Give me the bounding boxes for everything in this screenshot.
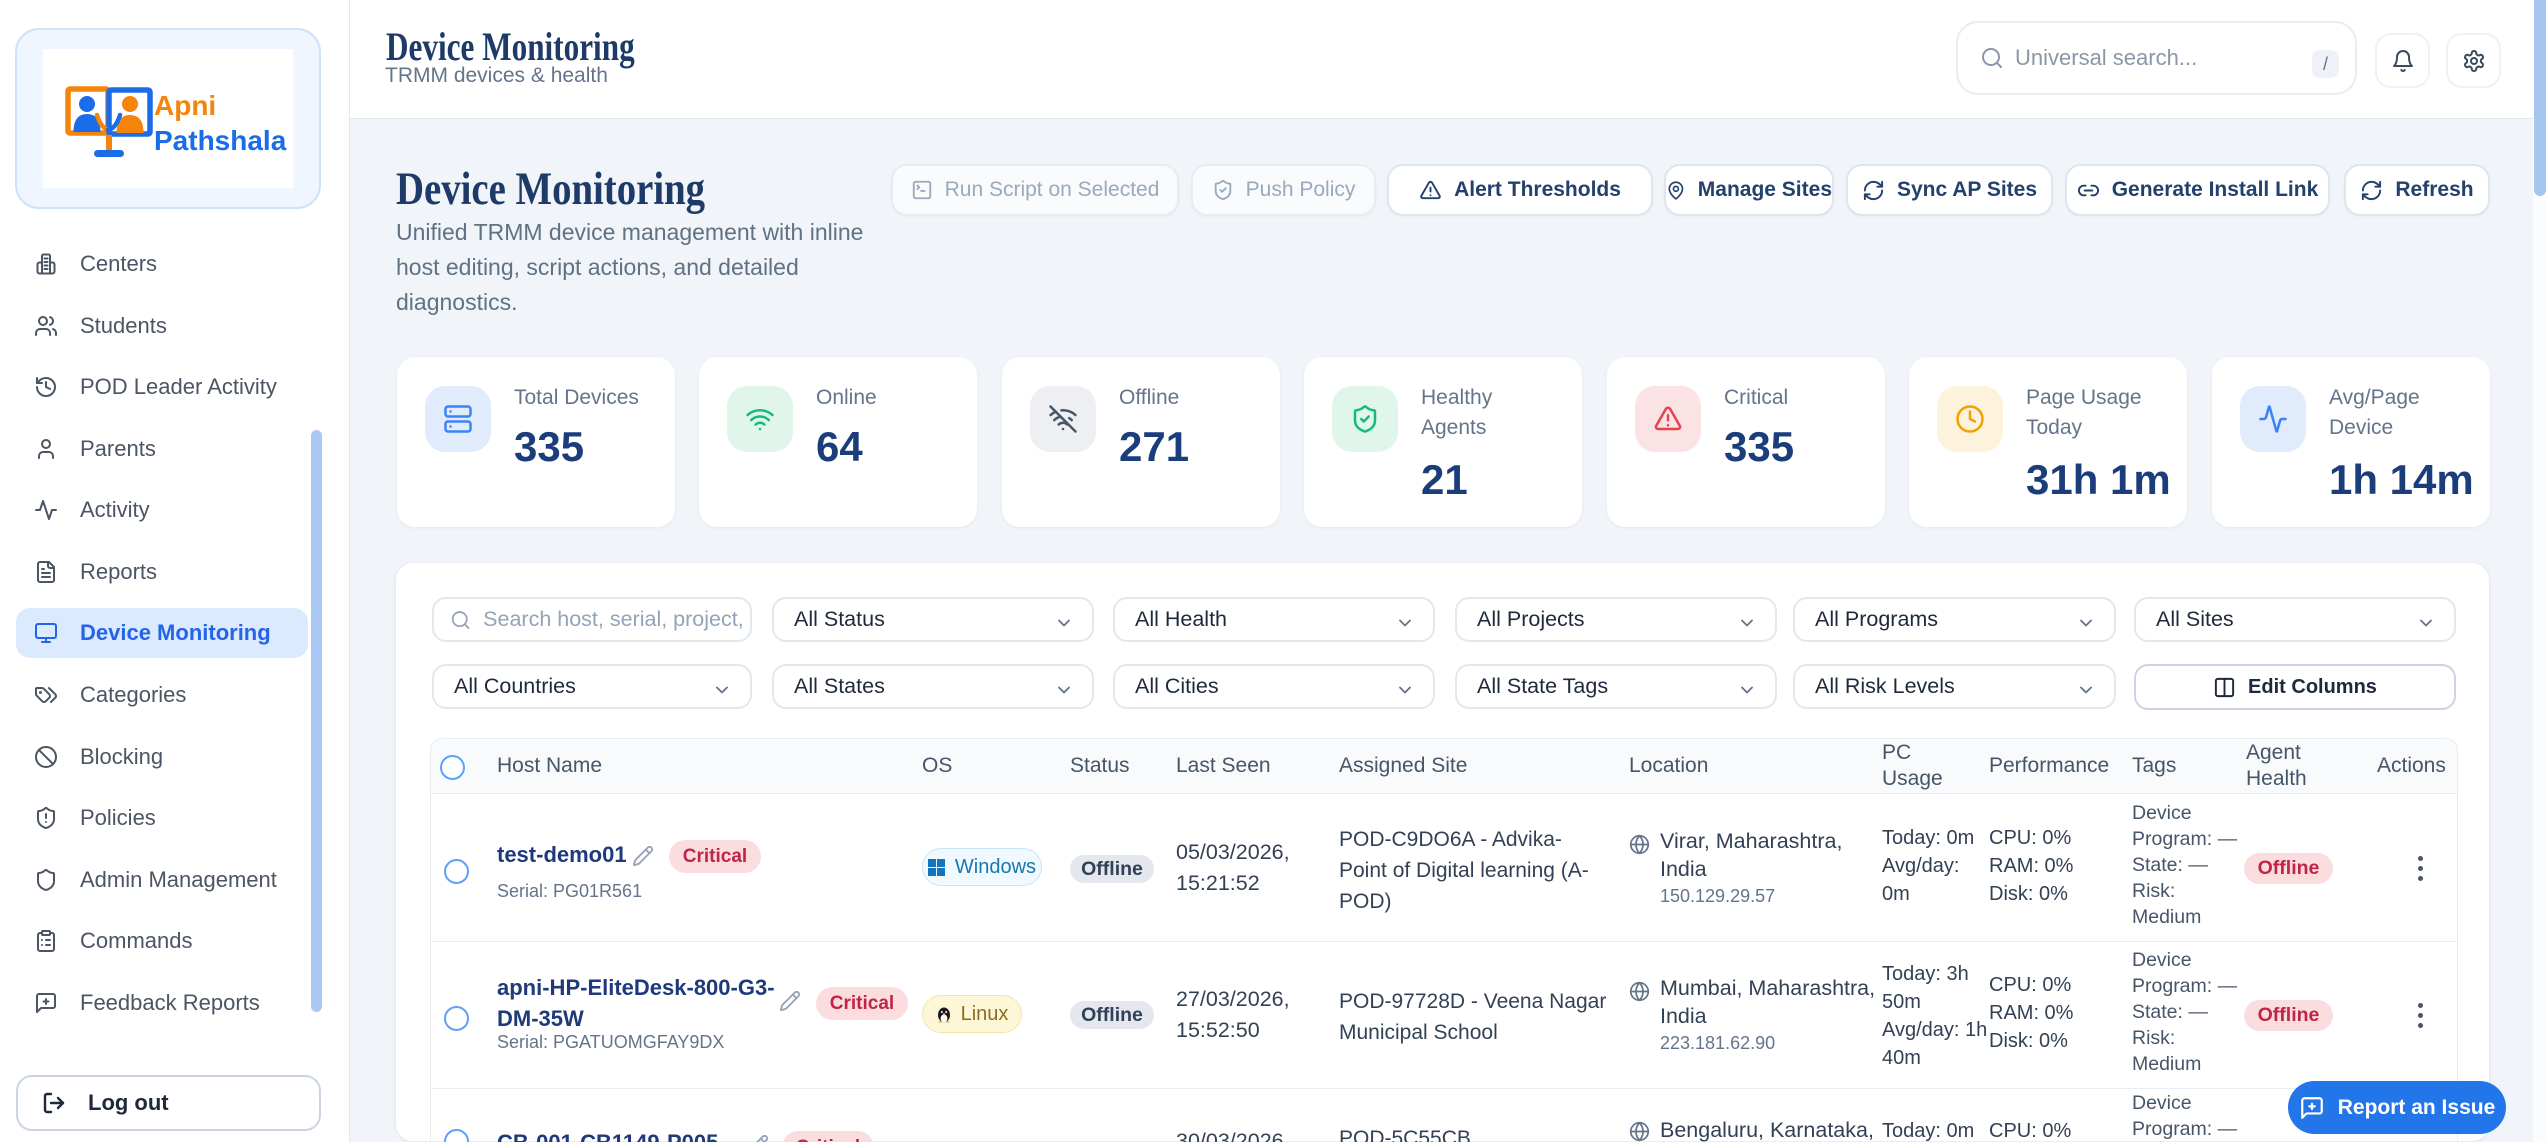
svg-text:Apni: Apni bbox=[154, 90, 216, 121]
svg-text:Pathshala: Pathshala bbox=[154, 125, 287, 156]
